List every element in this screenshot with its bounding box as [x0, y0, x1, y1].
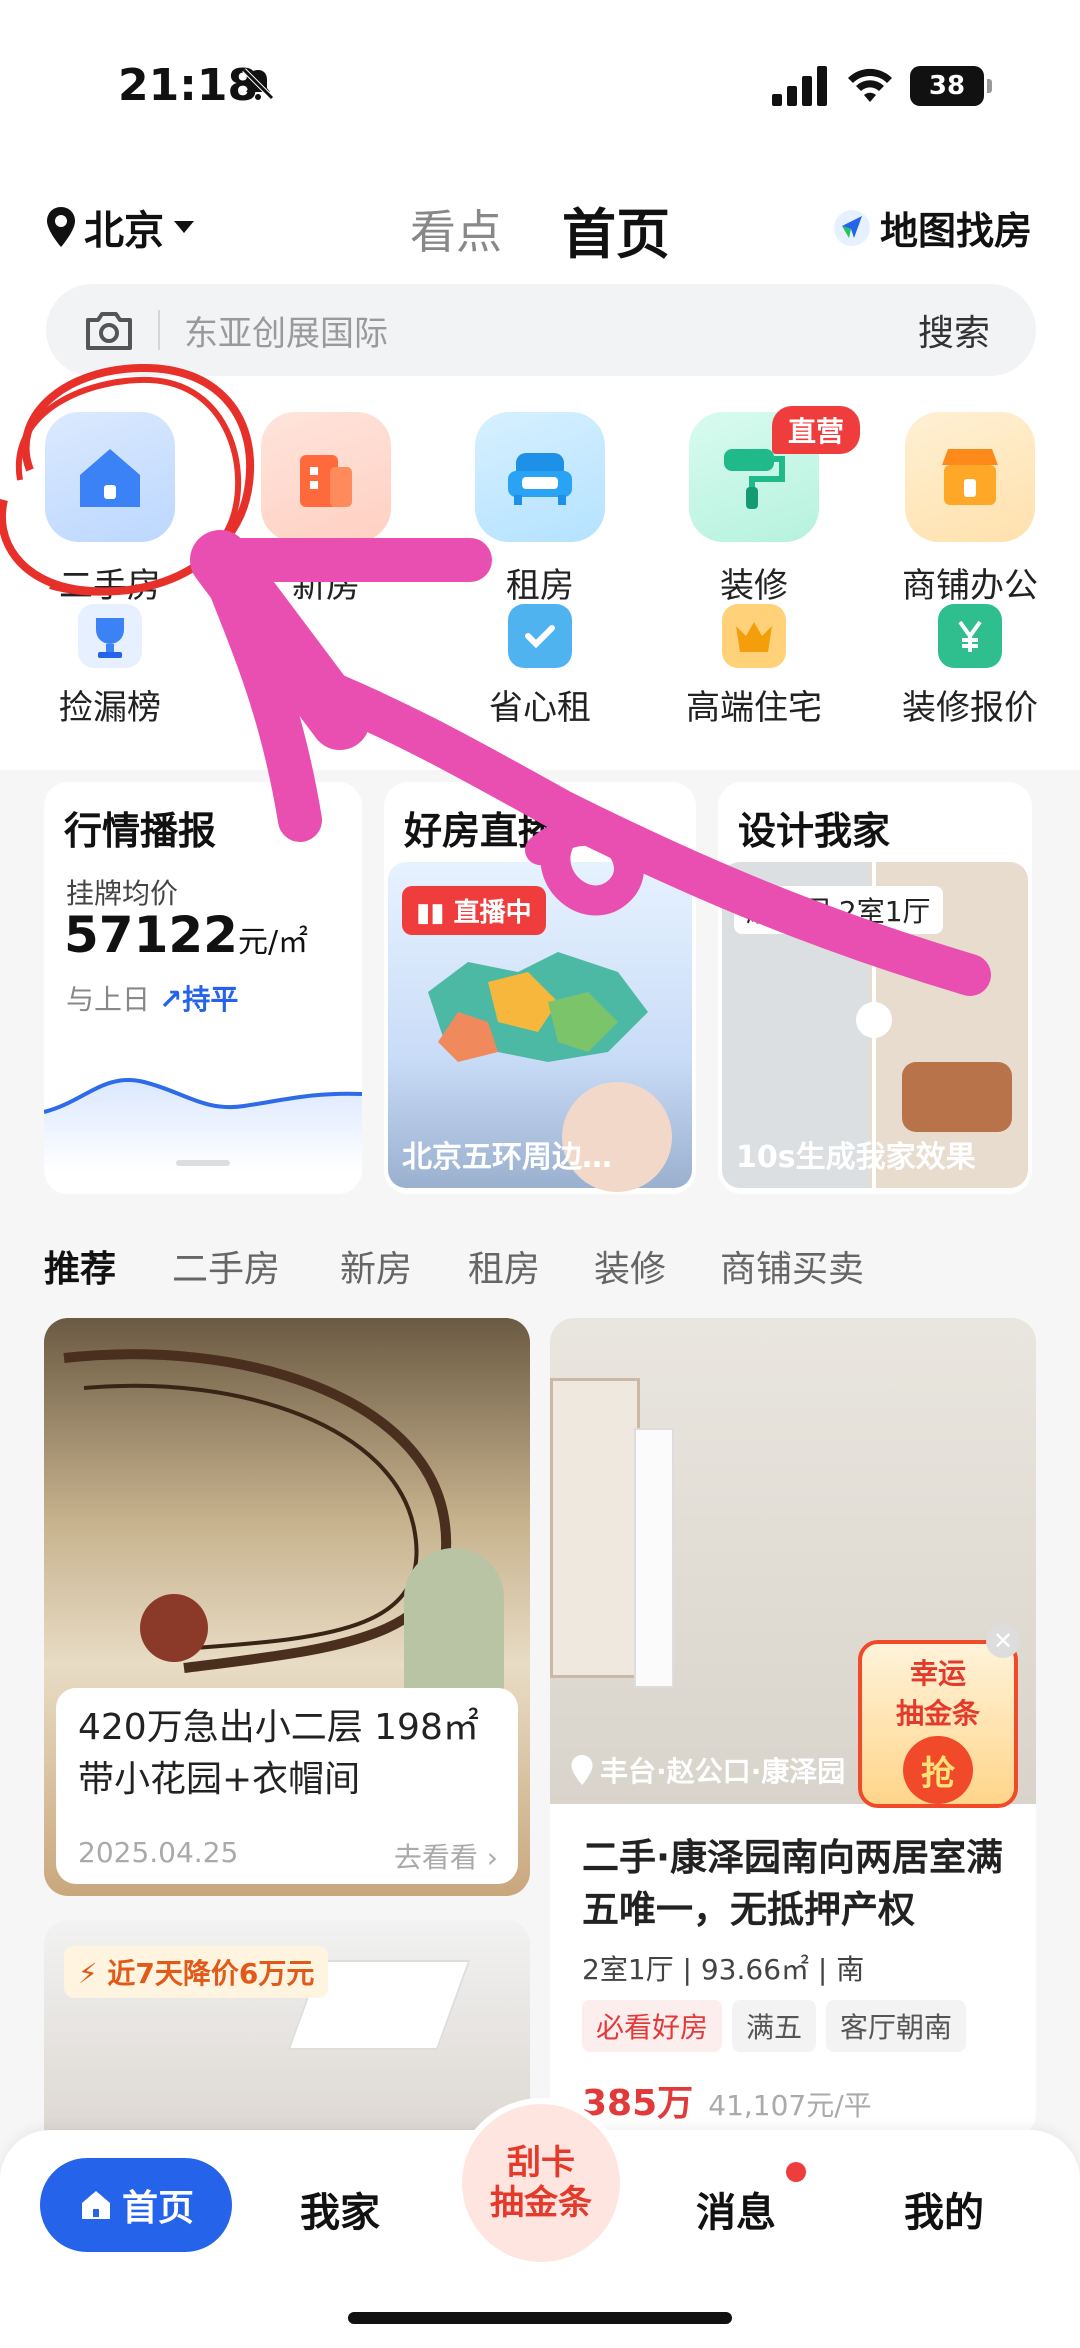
grab-button[interactable]: 抢	[903, 1736, 973, 1804]
quick-label: 二手房	[59, 566, 161, 606]
room-tag: 康泽园 2室1厅	[734, 886, 943, 934]
map-search-button[interactable]: 地图找房	[832, 200, 1032, 255]
search-bar[interactable]: 东亚创展国际 搜索	[46, 284, 1036, 376]
card-title: 好房直播	[404, 809, 557, 853]
quick-label: 新房	[292, 566, 360, 606]
city-selector[interactable]: 北京	[46, 198, 194, 256]
promo-line2: 抽金条	[895, 1697, 980, 1730]
listing-price-row: 385万 41,107元/平	[582, 2074, 872, 2126]
home-indicator	[348, 2312, 732, 2324]
live-card[interactable]: 好房直播 ▮▮ 直播中 北京五环周边…	[384, 782, 696, 1194]
bell-muted-icon	[242, 68, 274, 100]
city-name: 北京	[84, 208, 164, 254]
yen-icon	[938, 604, 1002, 668]
search-divider	[158, 310, 160, 350]
nav-home[interactable]: 首页	[40, 2158, 232, 2252]
quick-label: 高端住宅	[686, 688, 822, 728]
average-price: 57122元/㎡	[64, 906, 309, 964]
wifi-icon	[848, 68, 892, 102]
feed-tab-xinfang[interactable]: 新房	[340, 1240, 412, 1292]
quick-item-xinfang[interactable]: 新房	[236, 412, 416, 607]
card-title: 行情播报	[64, 809, 217, 853]
map-navigation-icon	[834, 209, 870, 246]
design-caption: 10s生成我家效果	[736, 1140, 976, 1175]
feed-tab-zhuangxiu[interactable]: 装修	[594, 1240, 666, 1292]
feed-tab-ershoufang[interactable]: 二手房	[172, 1240, 280, 1292]
quick-item-gaoduan[interactable]: 高端住宅	[664, 604, 844, 729]
tab-home[interactable]: 首页	[562, 190, 670, 269]
map-search-label: 地图找房	[880, 209, 1033, 253]
compare-handle[interactable]	[856, 1002, 892, 1038]
quick-item-ershoufang[interactable]: 二手房	[20, 412, 200, 607]
tag-chip: 客厅朝南	[826, 2000, 967, 2052]
lucky-draw-promo[interactable]: 幸运 抽金条 抢	[858, 1640, 1018, 1808]
radiator-graphic	[634, 1428, 674, 1688]
quick-item-jianloubang[interactable]: 捡漏榜	[20, 604, 200, 729]
feed-tab-shangpu[interactable]: 商铺买卖	[720, 1240, 864, 1292]
quick-label: 装修	[720, 566, 788, 606]
compare-row: 与上日 ↗持平	[66, 983, 239, 1016]
home-icon	[81, 2191, 110, 2219]
nav-myhome[interactable]: 我家	[300, 2180, 380, 2238]
listing-info: 420万急出小二层 198㎡带小花园+衣帽间 2025.04.25 去看看 ›	[56, 1688, 518, 1884]
promo-line1: 幸运	[909, 1657, 966, 1690]
tag-chip: 满五	[732, 2000, 817, 2052]
listing-card[interactable]: 420万急出小二层 198㎡带小花园+衣帽间 2025.04.25 去看看 ›	[44, 1318, 530, 1896]
close-icon[interactable]: ✕	[986, 1624, 1020, 1658]
camera-icon[interactable]	[84, 308, 134, 352]
listing-tags: 必看好房 满五 客厅朝南	[582, 2000, 976, 2052]
market-report-card[interactable]: 行情播报 挂牌均价 57122元/㎡ 与上日 ↗持平	[44, 782, 362, 1194]
quick-label: 装修报价	[902, 688, 1038, 728]
status-time: 21:18	[118, 60, 259, 111]
price-drop-badge: ⚡ 近7天降价6万元	[64, 1946, 329, 1998]
map-graphic	[428, 952, 648, 1062]
tag-chip: 必看好房	[582, 2000, 723, 2052]
quick-label: 商铺办公	[902, 566, 1038, 606]
go-see-link[interactable]: 去看看 ›	[394, 1836, 498, 1876]
quick-item-shengxinzu[interactable]: 省心租	[450, 604, 630, 729]
live-badge: ▮▮ 直播中	[402, 886, 546, 935]
nav-mine[interactable]: 我的	[904, 2180, 984, 2238]
chevron-down-icon	[174, 221, 194, 233]
search-button[interactable]: 搜索	[918, 304, 990, 356]
listing-title: 二手·康泽园南向两居室满五唯一，无抵押产权	[582, 1836, 1004, 1931]
live-caption: 北京五环周边…	[402, 1140, 612, 1175]
listing-title: 420万急出小二层 198㎡带小花园+衣帽间	[78, 1707, 479, 1800]
heart-check-icon	[508, 604, 572, 668]
quick-label: 租房	[506, 566, 574, 606]
unread-dot	[786, 2162, 806, 2182]
shop-icon	[905, 412, 1035, 542]
quick-item-baojia[interactable]: 装修报价	[880, 604, 1060, 729]
sofa-icon	[475, 412, 605, 542]
trend-line	[44, 1078, 362, 1172]
location-pin-icon	[47, 207, 75, 247]
listing-date: 2025.04.25	[78, 1836, 239, 1869]
quick-label: 省心租	[489, 688, 591, 728]
design-card[interactable]: 设计我家 康泽园 2室1厅 10s生成我家效果	[718, 782, 1032, 1194]
nav-messages[interactable]: 消息	[696, 2180, 776, 2238]
total-price: 385万	[582, 2083, 694, 2124]
feed-tab-recommend[interactable]: 推荐	[44, 1240, 116, 1292]
crown-icon	[722, 604, 786, 668]
sofa-graphic	[902, 1062, 1012, 1132]
unit-price: 41,107元/平	[708, 2089, 872, 2122]
listing-specs: 2室1厅 | 93.66㎡ | 南	[582, 1953, 865, 1986]
cellular-signal-icon	[772, 66, 827, 106]
location-pin-icon	[571, 1755, 593, 1785]
window-graphic	[550, 1378, 640, 1678]
search-input[interactable]: 东亚创展国际	[184, 306, 918, 355]
quick-item-shangpu[interactable]: 商铺办公	[880, 412, 1060, 607]
nav-scratch-card[interactable]: 刮卡 抽金条	[462, 2104, 620, 2262]
building-icon	[261, 412, 391, 542]
feed-tab-zufang[interactable]: 租房	[468, 1240, 540, 1292]
trophy-icon	[78, 604, 142, 668]
direct-operation-badge: 直营	[772, 406, 861, 454]
quick-label: 捡漏榜	[59, 688, 161, 728]
quick-item-zufang[interactable]: 租房	[450, 412, 630, 607]
tab-kandian[interactable]: 看点	[410, 196, 502, 262]
house-icon	[45, 412, 175, 542]
card-title: 设计我家	[738, 809, 891, 853]
battery-indicator: 38	[910, 66, 992, 106]
